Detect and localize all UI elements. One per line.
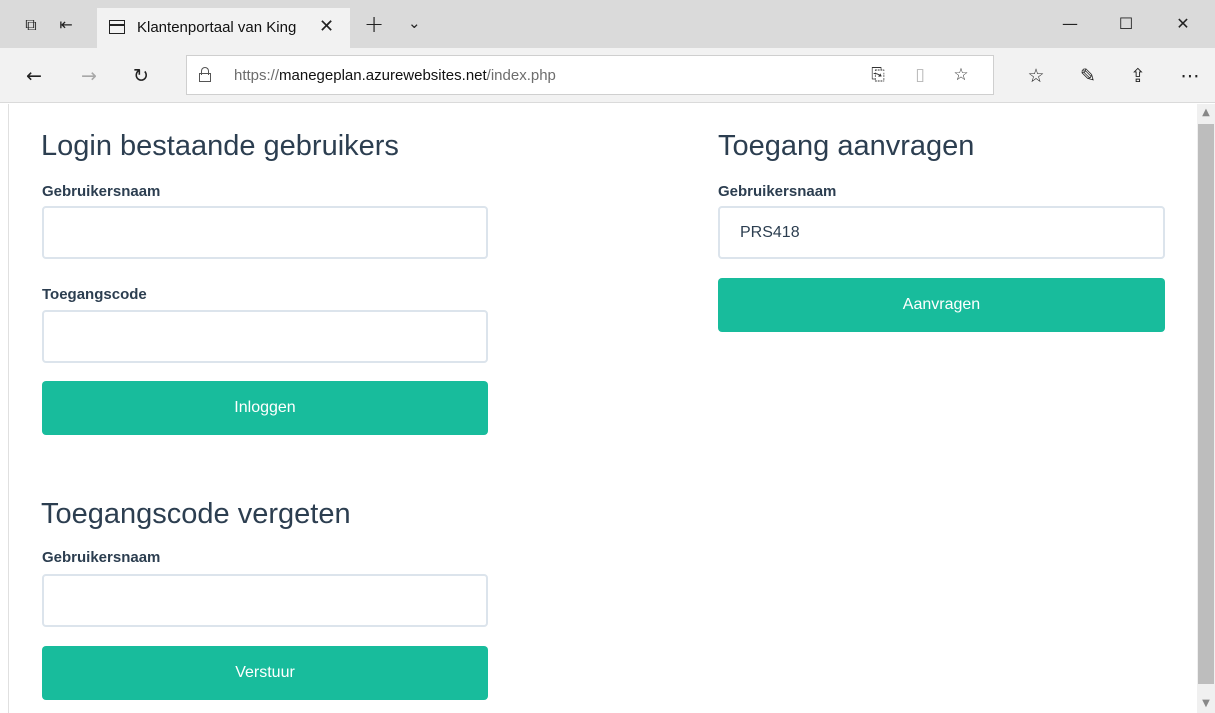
forward-icon: → bbox=[81, 65, 97, 87]
request-button[interactable]: Aanvragen bbox=[718, 278, 1165, 332]
vertical-scrollbar[interactable]: ▲ ▼ bbox=[1197, 104, 1215, 713]
request-heading: Toegang aanvragen bbox=[718, 130, 975, 162]
page-left-border bbox=[8, 104, 9, 713]
favorite-star-icon[interactable]: ☆ bbox=[950, 64, 972, 86]
login-username-label: Gebruikersnaam bbox=[42, 183, 161, 200]
set-aside-tabs-icon[interactable]: ⇤ bbox=[55, 14, 77, 36]
refresh-icon[interactable]: ↻ bbox=[129, 64, 153, 88]
close-window-icon[interactable]: ✕ bbox=[1155, 0, 1211, 48]
tab-title: Klantenportaal van King bbox=[137, 19, 297, 36]
address-bar[interactable]: https://manegeplan.azurewebsites.net/ind… bbox=[186, 55, 994, 95]
minimize-icon[interactable]: — bbox=[1042, 0, 1098, 48]
login-code-label: Toegangscode bbox=[42, 286, 147, 303]
pen-icon[interactable]: ✎ bbox=[1076, 64, 1100, 88]
forgot-heading: Toegangscode vergeten bbox=[41, 498, 351, 530]
login-code-input[interactable] bbox=[42, 310, 488, 363]
page-viewport: Login bestaande gebruikers Gebruikersnaa… bbox=[0, 104, 1197, 713]
share-icon[interactable]: ⇪ bbox=[1126, 64, 1150, 88]
more-icon[interactable]: ⋯ bbox=[1178, 64, 1202, 88]
request-username-input[interactable] bbox=[718, 206, 1165, 259]
forgot-username-input[interactable] bbox=[42, 574, 488, 627]
scroll-up-icon[interactable]: ▲ bbox=[1197, 104, 1215, 122]
send-button[interactable]: Verstuur bbox=[42, 646, 488, 700]
login-heading: Login bestaande gebruikers bbox=[41, 130, 399, 162]
scroll-down-icon[interactable]: ▼ bbox=[1197, 695, 1215, 713]
back-icon[interactable]: ← bbox=[22, 64, 46, 88]
close-icon[interactable]: ✕ bbox=[319, 16, 334, 37]
new-tab-icon[interactable]: + bbox=[364, 10, 384, 38]
url-text[interactable]: https://manegeplan.azurewebsites.net/ind… bbox=[234, 67, 556, 84]
login-username-input[interactable] bbox=[42, 206, 488, 259]
favorites-hub-icon[interactable]: ☆ bbox=[1024, 64, 1048, 88]
tab-bar: ⧉ ⇤ Klantenportaal van King ✕ + ⌄ — ☐ ✕ bbox=[0, 0, 1215, 48]
forgot-username-label: Gebruikersnaam bbox=[42, 549, 161, 566]
maximize-icon[interactable]: ☐ bbox=[1098, 0, 1154, 48]
tab-preview-icon[interactable]: ⧉ bbox=[20, 14, 42, 36]
reading-view-icon: ▯ bbox=[915, 65, 925, 85]
scrollbar-thumb[interactable] bbox=[1198, 124, 1214, 684]
tab-list-chevron-icon[interactable]: ⌄ bbox=[408, 14, 421, 32]
tab-active[interactable]: Klantenportaal van King ✕ bbox=[97, 8, 350, 48]
lock-icon[interactable] bbox=[199, 67, 211, 82]
page-icon bbox=[109, 20, 125, 34]
request-username-label: Gebruikersnaam bbox=[718, 183, 837, 200]
add-notes-icon[interactable]: ⎘ bbox=[867, 64, 889, 86]
login-button[interactable]: Inloggen bbox=[42, 381, 488, 435]
